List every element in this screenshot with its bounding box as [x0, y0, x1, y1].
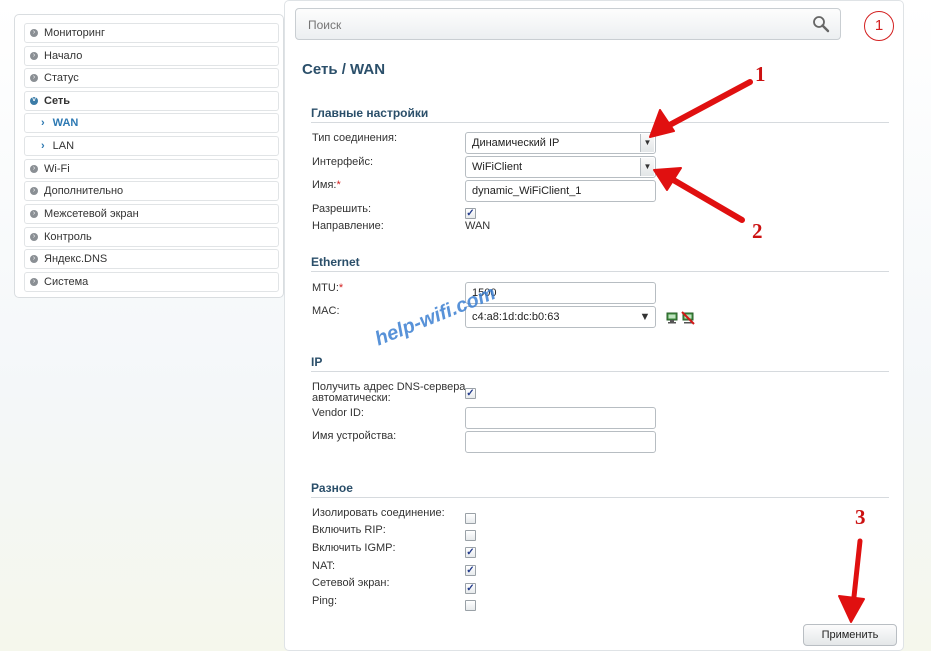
dns-auto-label: Получить адрес DNS-сервера автоматически…: [312, 382, 465, 404]
firewall-label: Сетевой экран:: [312, 577, 390, 589]
ping-label: Ping:: [312, 595, 338, 607]
mtu-label-text: MTU:: [312, 282, 339, 294]
sidebar-item-label: Дополнительно: [44, 185, 124, 197]
sidebar-item-label: Контроль: [44, 231, 92, 243]
apply-button[interactable]: Применить: [803, 624, 897, 646]
annotation-number-3: 3: [855, 505, 866, 529]
device-name-label: Имя устройства:: [312, 430, 397, 442]
device-name-input[interactable]: [465, 431, 656, 453]
section-heading-main: Главные настройки: [311, 106, 889, 123]
isolate-label: Изолировать соединение:: [312, 507, 445, 519]
sidebar-item-label: Межсетевой экран: [44, 208, 139, 220]
required-asterisk: *: [336, 179, 341, 191]
mac-label: MAC:: [312, 305, 340, 317]
sidebar-item-yandex-dns[interactable]: › Яндекс.DNS: [24, 249, 279, 269]
sidebar-item-monitoring[interactable]: › Мониторинг: [24, 23, 279, 43]
interface-label: Интерфейс:: [312, 156, 373, 168]
sidebar-menu: › Мониторинг › Начало › Статус ˅ Сеть › WAN ›…: [14, 14, 284, 298]
sidebar-item-label: Сеть: [44, 95, 71, 107]
dns-auto-checkbox[interactable]: ✓: [465, 388, 476, 399]
bullet-icon: ›: [30, 255, 38, 263]
section-heading-ethernet: Ethernet: [311, 255, 889, 272]
sidebar-item-start[interactable]: › Начало: [24, 46, 279, 66]
bullet-icon: ›: [30, 52, 38, 60]
sidebar-item-system[interactable]: › Система: [24, 272, 279, 292]
vendor-id-label: Vendor ID:: [312, 407, 364, 419]
vendor-id-input[interactable]: [465, 407, 656, 429]
connection-type-label: Тип соединения:: [312, 132, 397, 144]
name-input[interactable]: dynamic_WiFiClient_1: [465, 180, 656, 202]
firewall-checkbox[interactable]: ✓: [465, 583, 476, 594]
rip-checkbox[interactable]: [465, 530, 476, 541]
search-icon[interactable]: [812, 15, 830, 33]
rip-label: Включить RIP:: [312, 524, 386, 536]
section-heading-misc: Разное: [311, 481, 889, 498]
name-label-text: Имя:: [312, 179, 337, 191]
bullet-icon: ›: [30, 233, 38, 241]
dropdown-arrow-icon[interactable]: ▼: [640, 134, 654, 152]
dropdown-arrow-icon[interactable]: ▼: [636, 308, 654, 326]
sidebar-item-wifi[interactable]: › Wi-Fi: [24, 159, 279, 179]
sidebar-item-label: Начало: [44, 50, 83, 62]
sidebar-item-wan[interactable]: › WAN: [24, 113, 279, 133]
dns-auto-label-line2: автоматически:: [312, 392, 391, 404]
name-label: Имя:*: [312, 179, 341, 191]
sidebar-item-lan[interactable]: › LAN: [24, 136, 279, 156]
sidebar-item-label: Wi-Fi: [44, 163, 70, 175]
direction-value: WAN: [465, 220, 491, 232]
bullet-icon: ›: [30, 210, 38, 218]
bullet-icon: ›: [30, 74, 38, 82]
chevron-right-icon: ›: [41, 117, 45, 129]
nat-checkbox[interactable]: ✓: [465, 565, 476, 576]
bullet-icon: ›: [30, 278, 38, 286]
mac-value: c4:a8:1d:dc:b0:63: [472, 311, 560, 323]
sidebar-item-firewall[interactable]: › Межсетевой экран: [24, 204, 279, 224]
sidebar-item-label: Яндекс.DNS: [44, 253, 108, 265]
sidebar-item-label: Система: [44, 276, 89, 288]
search-bar: [295, 8, 841, 40]
sidebar-item-advanced[interactable]: › Дополнительно: [24, 181, 279, 201]
main-panel: 1 Сеть / WAN Главные настройки Тип соеди…: [284, 0, 904, 651]
enable-checkbox[interactable]: ✓: [465, 208, 476, 219]
clear-mac-icon[interactable]: [681, 311, 695, 325]
bullet-icon: ›: [30, 29, 38, 37]
required-asterisk: *: [338, 282, 344, 294]
connection-type-value: Динамический IP: [472, 137, 560, 149]
enable-label: Разрешить:: [312, 203, 372, 215]
connection-type-select[interactable]: Динамический IP ▼: [465, 132, 656, 154]
sidebar-item-label: Статус: [44, 72, 79, 84]
annotation-number-1: 1: [755, 62, 766, 86]
clone-mac-icon[interactable]: [665, 311, 679, 325]
igmp-label: Включить IGMP:: [312, 542, 396, 554]
sidebar-item-control[interactable]: › Контроль: [24, 227, 279, 247]
nat-label: NAT:: [312, 560, 336, 572]
search-input[interactable]: [306, 15, 800, 35]
chevron-right-icon: ›: [41, 140, 45, 152]
sidebar-item-label: WAN: [52, 117, 79, 129]
mtu-label: MTU:*: [312, 282, 343, 294]
section-heading-ip: IP: [311, 355, 889, 372]
interface-select[interactable]: WiFiClient ▼: [465, 156, 656, 178]
ping-checkbox[interactable]: [465, 600, 476, 611]
igmp-checkbox[interactable]: ✓: [465, 547, 476, 558]
annotation-number-2: 2: [752, 219, 763, 243]
mac-select[interactable]: c4:a8:1d:dc:b0:63 ▼: [465, 306, 656, 328]
bullet-icon: ›: [30, 165, 38, 173]
direction-label: Направление:: [312, 220, 384, 232]
interface-value: WiFiClient: [472, 161, 523, 173]
sidebar-item-network[interactable]: ˅ Сеть: [24, 91, 279, 111]
page-title: Сеть / WAN: [302, 61, 386, 78]
expanded-bullet-icon: ˅: [30, 97, 38, 105]
sidebar-item-label: LAN: [52, 140, 75, 152]
sidebar-item-status[interactable]: › Статус: [24, 68, 279, 88]
sidebar-item-label: Мониторинг: [44, 27, 106, 39]
annotation-circle-1: 1: [864, 11, 894, 41]
isolate-checkbox[interactable]: [465, 513, 476, 524]
dropdown-arrow-icon[interactable]: ▼: [640, 158, 654, 176]
bullet-icon: ›: [30, 187, 38, 195]
